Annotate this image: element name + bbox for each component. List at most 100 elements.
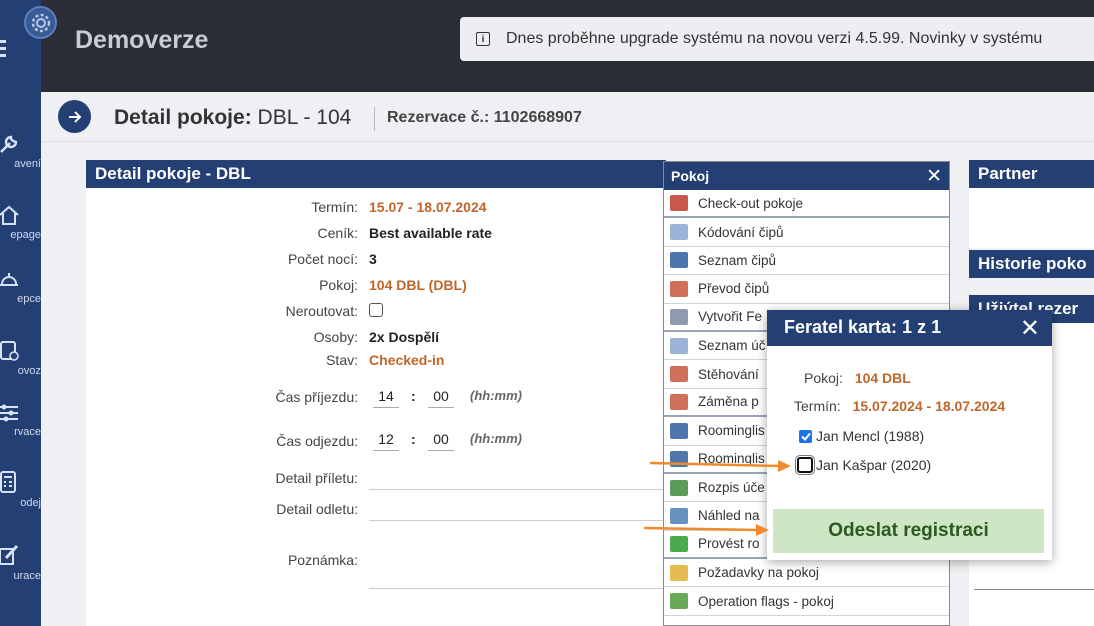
noroute-label: Neroutovat: (285, 303, 358, 319)
sidebar-item-homepage[interactable]: epage (0, 204, 41, 241)
dialog-title-bar: Feratel karta: 1 z 1 ✕ (767, 310, 1052, 346)
sidebar-item-sales[interactable]: odej (0, 470, 41, 509)
menu-item-label: Převod čipů (698, 281, 770, 297)
menu-toggle-icon[interactable] (0, 40, 6, 61)
close-icon[interactable]: ✕ (926, 165, 942, 188)
page-title: Detail pokoje: DBL - 104 (114, 106, 351, 130)
term-label: Termín: (311, 199, 358, 215)
back-button[interactable] (58, 100, 91, 133)
sidebar-item-reservation[interactable]: rvace (0, 403, 41, 438)
nights-label: Počet nocí: (287, 251, 358, 267)
guest-checkbox-checked[interactable] (799, 429, 812, 443)
sidebar-item-label: epce (17, 293, 41, 305)
dialog-room-row: Pokoj: 104 DBL (804, 370, 911, 386)
menu-item[interactable]: Check-out pokoje (664, 190, 949, 219)
move-icon (670, 366, 688, 383)
detail-panel-title: Detail pokoje - DBL (86, 160, 666, 188)
divider (374, 107, 375, 131)
checkmark-icon (800, 432, 811, 441)
send-registration-button[interactable]: Odeslat registraci (773, 509, 1044, 553)
flag-icon (670, 593, 688, 610)
arrival-hour-input[interactable]: 14 (373, 388, 399, 408)
flight-out-input[interactable] (369, 520, 666, 521)
sidebar-item-operation[interactable]: ovoz (0, 338, 41, 377)
menu-item-label: Rozpis úče (698, 480, 765, 496)
dialog-title: Feratel karta: 1 z 1 (784, 317, 942, 337)
guest-row: Jan Mencl (1988) (799, 428, 924, 444)
arrival-minute-input[interactable]: 00 (428, 388, 454, 408)
menu-item-label: Check-out pokoje (698, 195, 804, 211)
departure-minute-input[interactable]: 00 (428, 431, 454, 451)
guest-name: Jan Mencl (1988) (816, 428, 925, 444)
sidebar-item-label: avení (14, 158, 41, 170)
term-value: 15.07 - 18.07.2024 (369, 199, 487, 215)
noroute-value (369, 303, 383, 320)
dialog-term-value: 15.07.2024 - 18.07.2024 (852, 398, 1006, 414)
sidebar-item-label: urace (13, 570, 41, 582)
menu-item-label: Seznam úč (698, 338, 766, 354)
menu-item[interactable]: Převod čipů (664, 275, 949, 304)
menu-item-label: Vytvořit Fe (698, 309, 763, 325)
people-icon (670, 479, 688, 496)
menu-title-bar: Pokoj ✕ (664, 162, 949, 190)
menu-item-label: Kódování čipů (698, 224, 784, 240)
nights-value: 3 (369, 251, 377, 267)
flight-in-input[interactable] (369, 489, 666, 490)
sidebar-item-reception[interactable]: epce (0, 268, 41, 305)
flight-out-label: Detail odletu: (276, 501, 358, 517)
note-label: Poznámka: (287, 552, 358, 568)
sidebar-item-settings[interactable]: avení (0, 133, 41, 170)
sidebar-item-label: rvace (14, 426, 41, 438)
history-panel-title: Historie poko (969, 250, 1094, 278)
departure-label: Čas odjezdu: (276, 433, 358, 449)
annotation-arrow-icon (643, 524, 769, 536)
menu-item-label: Operation flags - pokoj (698, 593, 834, 609)
guest-name: Jan Kašpar (2020) (816, 457, 932, 473)
time-colon: : (411, 388, 416, 404)
menu-item-label: Stěhování (698, 366, 759, 382)
status-value: Checked-in (369, 352, 445, 368)
partner-panel (969, 188, 1094, 248)
status-label: Stav: (326, 352, 358, 368)
dialog-room-label: Pokoj: (804, 370, 843, 386)
sidebar-item-configuration[interactable]: urace (0, 543, 41, 582)
feratel-card-dialog: Feratel karta: 1 z 1 ✕ Pokoj: 104 DBL Te… (767, 310, 1052, 560)
sliders-icon (0, 404, 18, 422)
close-icon[interactable]: ✕ (1020, 314, 1040, 343)
note-input[interactable] (369, 588, 666, 589)
top-bar: Demoverze i Dnes proběhne upgrade systém… (41, 0, 1094, 92)
noroute-checkbox[interactable] (369, 303, 383, 317)
reservation-number: Rezervace č.: 1102668907 (387, 109, 582, 126)
persons-label: Osoby: (313, 329, 358, 345)
edit-icon (0, 544, 19, 565)
page-header: Detail pokoje: DBL - 104 Rezervace č.: 1… (41, 92, 1094, 142)
transfer-icon (670, 280, 688, 297)
menu-item[interactable]: Požadavky na pokoj (664, 559, 949, 588)
upgrade-notice: i Dnes proběhne upgrade systému na novou… (460, 17, 1094, 61)
room-label: Pokoj: (319, 277, 358, 293)
menu-item[interactable]: Operation flags - pokoj (664, 587, 949, 616)
checkout-icon (670, 195, 688, 212)
book-icon (670, 252, 688, 269)
guest-row: Jan Kašpar (2020) (795, 455, 932, 475)
house-icon (0, 205, 19, 225)
time-format-hint: (hh:mm) (470, 388, 522, 403)
annotation-arrow-icon (649, 460, 791, 472)
gear-icon[interactable] (24, 6, 57, 39)
guest-checkbox-unchecked[interactable] (795, 455, 815, 475)
menu-item[interactable]: Seznam čipů (664, 247, 949, 276)
departure-hour-input[interactable]: 12 (373, 431, 399, 451)
arrow-right-icon (68, 110, 81, 123)
menu-item[interactable]: Kódování čipů (664, 218, 949, 247)
dialog-term-label: Termín: (794, 398, 841, 414)
swap-icon (670, 393, 688, 410)
sidebar: avení epage epce ovoz rvace odej urace (0, 0, 41, 626)
time-colon: : (411, 431, 416, 447)
sidebar-item-label: odej (20, 497, 41, 509)
sidebar-item-label: ovoz (17, 365, 41, 377)
pricelist-value: Best available rate (369, 225, 492, 241)
persons-value: 2x Dospělí (369, 329, 440, 345)
page-title-prefix: Detail pokoje: (114, 106, 252, 129)
book-icon (670, 422, 688, 439)
bell-icon (0, 273, 18, 286)
